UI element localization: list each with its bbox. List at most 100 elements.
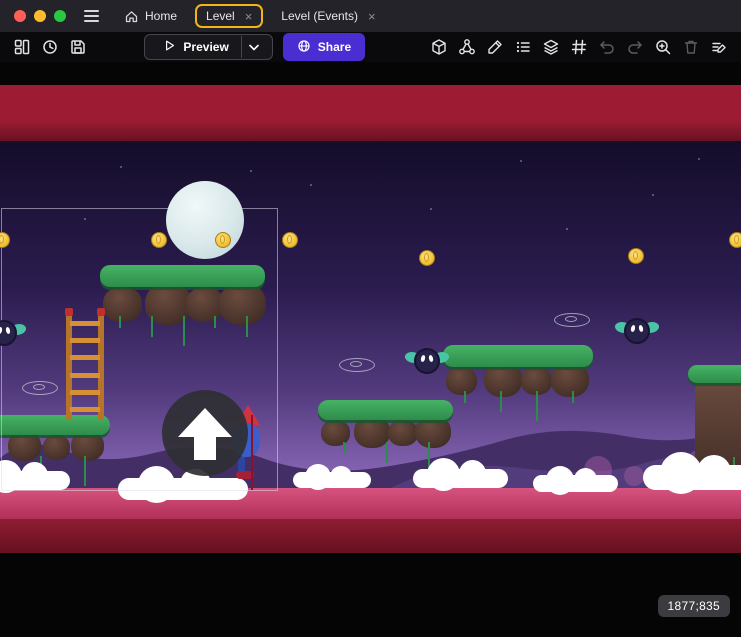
vine (572, 391, 574, 403)
home-icon (124, 9, 139, 24)
preview-label: Preview (183, 40, 228, 54)
paint-icon[interactable] (483, 35, 507, 59)
cloud-puff (546, 466, 575, 495)
ufo-marker (339, 358, 375, 372)
game-scene (0, 62, 741, 637)
island-rock (321, 420, 350, 446)
share-label: Share (318, 40, 351, 54)
instance-list-icon[interactable] (511, 35, 535, 59)
redo-icon[interactable] (623, 35, 647, 59)
island-grass (688, 365, 741, 383)
moon (166, 181, 244, 259)
scene-canvas[interactable]: 1877;835 (0, 62, 741, 637)
coin-inner (156, 235, 161, 244)
chevron-down-icon[interactable] (242, 44, 266, 51)
tab-home[interactable]: Home (120, 6, 181, 27)
fly-enemy (405, 344, 449, 378)
cloud (293, 464, 371, 488)
cursor-coordinates: 1877;835 (658, 595, 730, 617)
fly-enemy (615, 314, 659, 348)
top-red-banner (0, 85, 741, 141)
toolbar-left-group (10, 35, 90, 59)
coin (282, 232, 298, 248)
app-window: Home Level × Level (Events) × (0, 0, 741, 637)
share-button[interactable]: Share (283, 33, 365, 61)
tab-label: Level (Events) (281, 9, 358, 23)
star (698, 158, 700, 160)
cloud (413, 458, 508, 488)
undo-icon[interactable] (595, 35, 619, 59)
grid-icon[interactable] (567, 35, 591, 59)
star (566, 228, 568, 230)
ground-strip-red (0, 519, 741, 553)
cube-3d-icon[interactable] (427, 35, 451, 59)
ground-strip-pink (0, 488, 741, 519)
coin (729, 232, 741, 248)
island-grass (443, 345, 593, 367)
vine (464, 391, 466, 403)
star (652, 194, 654, 196)
cloud (643, 452, 741, 490)
ufo-marker (554, 313, 590, 327)
panels-icon[interactable] (10, 35, 34, 59)
cloud (533, 466, 618, 492)
island-grass (318, 400, 453, 420)
titlebar: Home Level × Level (Events) × (0, 0, 741, 32)
floating-island (443, 345, 593, 431)
star (250, 170, 252, 172)
coin-inner (0, 235, 4, 244)
vine (536, 391, 538, 421)
coin (628, 248, 644, 264)
island-rock (484, 363, 522, 397)
tab-level[interactable]: Level × (195, 4, 263, 28)
trash-icon[interactable] (679, 35, 703, 59)
cloud-puff (660, 452, 702, 494)
maximize-window-button[interactable] (54, 10, 66, 22)
island-rock (446, 367, 477, 395)
toolbar: Preview Share (0, 32, 741, 62)
star (310, 184, 312, 186)
object-groups-icon[interactable] (455, 35, 479, 59)
zoom-in-icon[interactable] (651, 35, 675, 59)
coin (215, 232, 231, 248)
history-icon[interactable] (38, 35, 62, 59)
coin-inner (220, 235, 225, 244)
traffic-lights (14, 10, 66, 22)
edit-scene-icon[interactable] (707, 35, 731, 59)
close-icon[interactable]: × (368, 10, 376, 23)
coin-inner (287, 235, 292, 244)
tab-label: Level (206, 9, 235, 23)
menu-icon[interactable] (80, 4, 104, 28)
ufo-dome (350, 361, 362, 367)
cloud-puff (330, 466, 352, 488)
fly-enemy (0, 316, 26, 350)
cloud-puff (697, 455, 731, 489)
coin (151, 232, 167, 248)
play-icon (163, 39, 176, 55)
save-icon[interactable] (66, 35, 90, 59)
coin-inner (734, 235, 739, 244)
close-window-button[interactable] (14, 10, 26, 22)
vine (343, 442, 345, 454)
globe-icon (297, 39, 311, 56)
toolbar-right-group (427, 35, 731, 59)
preview-button[interactable]: Preview (144, 34, 272, 60)
star (430, 208, 432, 210)
star (120, 166, 122, 168)
island-rock (388, 420, 417, 446)
coin-inner (633, 251, 638, 260)
coin (419, 250, 435, 266)
vine (500, 391, 502, 412)
island-rock (551, 363, 589, 397)
up-arrow-icon (162, 390, 248, 476)
tab-level-events[interactable]: Level (Events) × (277, 6, 379, 26)
cloud-puff (459, 460, 486, 487)
layers-icon[interactable] (539, 35, 563, 59)
tab-bar: Home Level × Level (Events) × (120, 4, 380, 28)
coin-inner (424, 253, 429, 262)
tab-label: Home (145, 9, 177, 23)
up-arrow-control[interactable] (162, 390, 248, 476)
close-icon[interactable]: × (245, 10, 253, 23)
minimize-window-button[interactable] (34, 10, 46, 22)
ufo-dome (565, 316, 577, 322)
